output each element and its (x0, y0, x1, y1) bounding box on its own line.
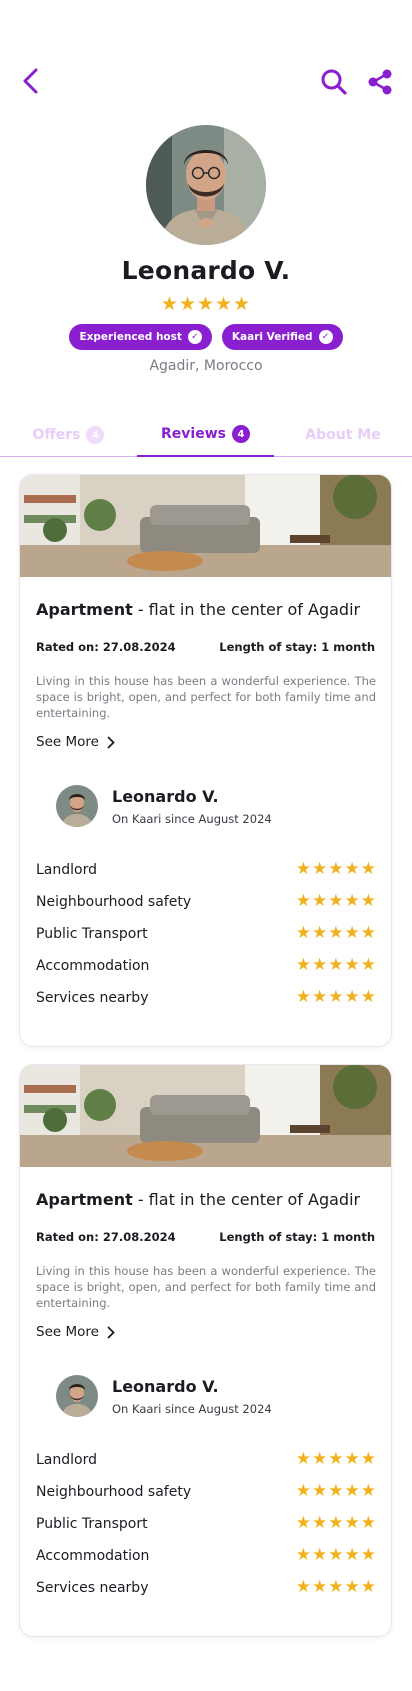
back-button[interactable] (16, 66, 46, 96)
see-more-label: See More (36, 1324, 99, 1340)
rating-list: Landlord ★★★★★ Neighbourhood safety ★★★★… (36, 1448, 377, 1608)
rating-row-services-nearby: Services nearby ★★★★★ (36, 1576, 377, 1608)
tab-about-me[interactable]: About Me (274, 413, 412, 457)
profile-tabs: Offers 4 Reviews 4 About Me (0, 413, 412, 457)
badge-label: Experienced host (79, 331, 182, 343)
review-title: Apartment - flat in the center of Agadir (36, 1190, 360, 1209)
rating-stars: ★★★★★ (295, 1545, 377, 1565)
profile-avatar (146, 125, 266, 245)
rating-label: Accommodation (36, 1548, 150, 1564)
rating-list: Landlord ★★★★★ Neighbourhood safety ★★★★… (36, 858, 377, 1018)
see-more-link[interactable]: See More (36, 1324, 115, 1340)
rating-row-accommodation: Accommodation ★★★★★ (36, 1544, 377, 1576)
profile-rating-stars: ★★★★★ (160, 293, 252, 315)
rating-row-landlord: Landlord ★★★★★ (36, 1448, 377, 1480)
profile-name: Leonardo V. (121, 256, 291, 285)
search-button[interactable] (318, 66, 350, 98)
length-of-stay: Length of stay: 1 month (219, 1230, 375, 1244)
review-card: Apartment - flat in the center of Agadir… (19, 1064, 392, 1637)
review-title: Apartment - flat in the center of Agadir (36, 600, 360, 619)
rating-row-services-nearby: Services nearby ★★★★★ (36, 986, 377, 1018)
rating-row-landlord: Landlord ★★★★★ (36, 858, 377, 890)
share-button[interactable] (364, 66, 396, 98)
rated-on: Rated on: 27.08.2024 (36, 1230, 176, 1244)
profile-badges: Experienced host ✓ Kaari Verified ✓ (0, 324, 412, 350)
property-description: - flat in the center of Agadir (132, 1190, 361, 1209)
rating-stars: ★★★★★ (295, 1481, 377, 1501)
profile-location: Agadir, Morocco (149, 358, 263, 374)
tab-label: Offers (32, 427, 81, 443)
length-of-stay: Length of stay: 1 month (219, 640, 375, 654)
rating-label: Services nearby (36, 990, 149, 1006)
rating-label: Neighbourhood safety (36, 894, 192, 910)
property-photo[interactable] (20, 1065, 391, 1167)
chevron-left-icon (23, 68, 38, 94)
property-type: Apartment (36, 1190, 133, 1209)
rating-row-neighbourhood-safety: Neighbourhood safety ★★★★★ (36, 890, 377, 922)
rating-stars: ★★★★★ (295, 923, 377, 943)
reviewer-avatar (56, 785, 98, 827)
see-more-link[interactable]: See More (36, 734, 115, 750)
property-photo[interactable] (20, 475, 391, 577)
property-description: - flat in the center of Agadir (132, 600, 361, 619)
tab-label: Reviews (161, 426, 226, 442)
review-card: Apartment - flat in the center of Agadir… (19, 474, 392, 1047)
rating-label: Accommodation (36, 958, 150, 974)
see-more-label: See More (36, 734, 99, 750)
rating-label: Landlord (36, 862, 97, 878)
reviewer-since: On Kaari since August 2024 (112, 812, 272, 826)
rating-stars: ★★★★★ (295, 1577, 377, 1597)
review-text: Living in this house has been a wonderfu… (36, 1264, 376, 1310)
tab-reviews[interactable]: Reviews 4 (137, 413, 274, 457)
rating-label: Public Transport (36, 926, 148, 942)
check-badge-icon: ✓ (318, 330, 333, 344)
rating-row-neighbourhood-safety: Neighbourhood safety ★★★★★ (36, 1480, 377, 1512)
tab-label: About Me (305, 427, 381, 443)
reviewer-name: Leonardo V. (112, 787, 219, 806)
rating-stars: ★★★★★ (295, 987, 377, 1007)
badge-experienced-host: Experienced host ✓ (69, 324, 212, 350)
rating-label: Services nearby (36, 1580, 149, 1596)
rating-label: Neighbourhood safety (36, 1484, 192, 1500)
rated-on: Rated on: 27.08.2024 (36, 640, 176, 654)
rating-stars: ★★★★★ (295, 955, 377, 975)
rating-row-public-transport: Public Transport ★★★★★ (36, 1512, 377, 1544)
rating-stars: ★★★★★ (295, 859, 377, 879)
tab-count-badge: 4 (86, 426, 105, 444)
badge-kaari-verified: Kaari Verified ✓ (221, 324, 343, 350)
chevron-right-icon (107, 1326, 115, 1338)
badge-label: Kaari Verified (231, 331, 313, 343)
property-type: Apartment (36, 600, 133, 619)
reviewer-name: Leonardo V. (112, 1377, 219, 1396)
rating-label: Landlord (36, 1452, 97, 1468)
top-bar (0, 62, 412, 102)
tab-offers[interactable]: Offers 4 (0, 413, 137, 457)
chevron-right-icon (107, 736, 115, 748)
check-badge-icon: ✓ (187, 330, 202, 344)
rating-row-accommodation: Accommodation ★★★★★ (36, 954, 377, 986)
rating-stars: ★★★★★ (295, 891, 377, 911)
share-icon (368, 69, 392, 95)
rating-stars: ★★★★★ (295, 1449, 377, 1469)
review-text: Living in this house has been a wonderfu… (36, 674, 376, 720)
tab-count-badge: 4 (231, 425, 250, 443)
search-icon (321, 69, 347, 95)
rating-label: Public Transport (36, 1516, 148, 1532)
rating-row-public-transport: Public Transport ★★★★★ (36, 922, 377, 954)
reviewer-since: On Kaari since August 2024 (112, 1402, 272, 1416)
reviewer-avatar (56, 1375, 98, 1417)
rating-stars: ★★★★★ (295, 1513, 377, 1533)
